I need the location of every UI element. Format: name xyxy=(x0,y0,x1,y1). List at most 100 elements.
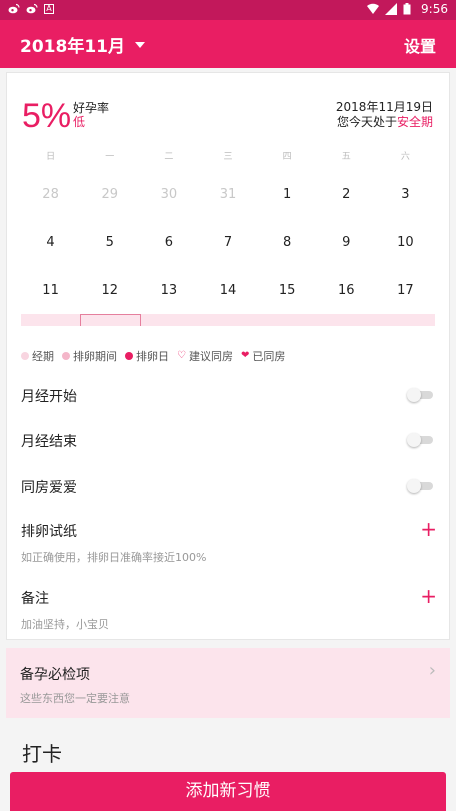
calendar-day[interactable]: 21 xyxy=(199,314,259,326)
calendar-day[interactable]: 18 xyxy=(21,314,80,326)
prep-check-desc: 这些东西您一定要注意 xyxy=(20,692,130,705)
status-time: 9:56 xyxy=(421,2,448,16)
period-start-label: 月经开始 xyxy=(21,389,77,405)
calendar-day[interactable]: 5 xyxy=(80,218,139,266)
prep-check-item[interactable]: 备孕必检项 这些东西您一定要注意 › xyxy=(6,648,450,718)
ovulation-test-desc: 如正确使用，排卵日准确率接近100% xyxy=(21,551,207,564)
calendar-day[interactable]: 11 xyxy=(21,266,80,314)
calendar-day[interactable]: 10 xyxy=(376,218,435,266)
status-bar: A 9:56 xyxy=(0,0,456,20)
heart-outline-icon: ♡ xyxy=(177,350,186,361)
note-row[interactable]: 备注 加油坚持，小宝贝 + xyxy=(21,584,437,632)
calendar-day[interactable]: 1 xyxy=(258,170,317,218)
note-label: 备注 xyxy=(21,591,49,607)
period-start-toggle[interactable] xyxy=(407,388,433,402)
weekday-label: 六 xyxy=(400,152,410,162)
weekday-label: 四 xyxy=(282,152,292,162)
weibo-icon xyxy=(26,3,38,15)
toggle-thumb xyxy=(407,479,421,493)
weekday-label: 日 xyxy=(46,152,56,162)
app-bar: 2018年11月 设置 xyxy=(0,20,456,68)
calendar-week: 11 12 13 14 15 16 17 xyxy=(21,266,435,314)
legend-item: ♡ 建议同房 xyxy=(177,348,233,364)
ovulation-test-row[interactable]: 排卵试纸 如正确使用，排卵日准确率接近100% + xyxy=(21,517,437,565)
calendar-day[interactable]: 9 xyxy=(317,218,376,266)
battery-icon xyxy=(403,3,415,15)
calendar-day[interactable]: 7 xyxy=(198,218,257,266)
calendar-day[interactable]: 29 xyxy=(80,170,139,218)
legend-label: 已同房 xyxy=(252,350,286,363)
calendar-day[interactable]: 13 xyxy=(139,266,198,314)
legend-item: ❤ 已同房 xyxy=(241,348,285,364)
ovulation-test-label: 排卵试纸 xyxy=(21,524,77,540)
calendar-day[interactable]: 17 xyxy=(376,266,435,314)
calendar-legend: 经期 排卵期间 排卵日 ♡ 建议同房 ❤ 已同房 xyxy=(21,348,285,364)
calendar-day[interactable]: 30 xyxy=(139,170,198,218)
calendar-day[interactable]: 14 xyxy=(198,266,257,314)
settings-button[interactable]: 设置 xyxy=(404,33,436,57)
calendar-week: 28 29 30 31 1 2 3 xyxy=(21,170,435,218)
calendar-day[interactable]: 24 xyxy=(376,314,435,326)
ovulation-period-dot-icon xyxy=(62,352,70,360)
intercourse-row: 同房爱爱 xyxy=(21,477,437,497)
weekday-header: 日 一 二 三 四 五 六 xyxy=(21,149,435,163)
month-selector[interactable]: 2018年11月 xyxy=(20,32,145,57)
calendar-day-selected[interactable]: 19 xyxy=(79,314,141,326)
calendar-day[interactable]: 31 xyxy=(198,170,257,218)
legend-label: 排卵日 xyxy=(136,350,169,363)
calendar-day[interactable]: 4 xyxy=(21,218,80,266)
plus-icon[interactable]: + xyxy=(420,584,437,608)
legend-label: 建议同房 xyxy=(188,350,233,363)
calendar-card: 5% 好孕率 低 2018年11月19日 您今天处于安全期 日 一 二 三 四 … xyxy=(6,72,450,640)
period-end-row: 月经结束 xyxy=(21,431,437,451)
period-end-label: 月经结束 xyxy=(21,434,77,450)
calendar-day[interactable]: 3 xyxy=(376,170,435,218)
calendar-day[interactable]: 8 xyxy=(258,218,317,266)
calendar-day[interactable]: 20 xyxy=(140,314,200,326)
calendar-day[interactable]: 16 xyxy=(317,266,376,314)
chevron-down-icon xyxy=(134,41,145,48)
calendar-day[interactable]: 22 xyxy=(258,314,318,326)
calendar-day[interactable]: 6 xyxy=(139,218,198,266)
checkin-title: 打卡 xyxy=(22,742,62,766)
period-end-toggle[interactable] xyxy=(407,433,433,447)
note-desc: 加油坚持，小宝贝 xyxy=(21,618,109,631)
weekday-label: 二 xyxy=(164,152,174,162)
phase-prefix: 您今天处于 xyxy=(336,115,397,129)
toggle-thumb xyxy=(407,388,421,402)
month-label: 2018年11月 xyxy=(20,37,125,57)
phase-value: 安全期 xyxy=(396,115,433,129)
calendar-grid: 28 29 30 31 1 2 3 4 5 6 7 8 9 10 11 12 1… xyxy=(21,170,435,326)
calendar-day[interactable]: 2 xyxy=(317,170,376,218)
weekday-label: 一 xyxy=(105,152,115,162)
calendar-day[interactable]: 23 xyxy=(317,314,377,326)
pregnancy-rate: 5% xyxy=(22,97,72,135)
calendar-day[interactable]: 15 xyxy=(258,266,317,314)
add-habit-button[interactable]: 添加新习惯 xyxy=(10,772,446,811)
plus-icon[interactable]: + xyxy=(420,517,437,541)
chevron-right-icon: › xyxy=(428,660,436,681)
legend-item: 经期 xyxy=(21,348,54,364)
heart-icon: ❤ xyxy=(240,350,250,361)
wifi-icon xyxy=(367,3,380,15)
a-icon: A xyxy=(44,4,54,14)
intercourse-label: 同房爱爱 xyxy=(21,480,77,496)
prep-check-title: 备孕必检项 xyxy=(20,667,90,683)
calendar-week: 18 19 20 21 22 23 24 xyxy=(21,314,435,326)
weekday-label: 三 xyxy=(223,152,233,162)
legend-label: 经期 xyxy=(32,350,54,363)
weibo-icon xyxy=(8,3,20,15)
signal-icon xyxy=(385,3,398,15)
calendar-day[interactable]: 12 xyxy=(80,266,139,314)
calendar-week: 4 5 6 7 8 9 10 xyxy=(21,218,435,266)
period-dot-icon xyxy=(21,352,29,360)
weekday-label: 五 xyxy=(341,152,351,162)
calendar-day[interactable]: 28 xyxy=(21,170,80,218)
pregnancy-rate-level: 低 xyxy=(73,115,86,129)
legend-item: 排卵期间 xyxy=(62,348,117,364)
legend-item: 排卵日 xyxy=(125,348,169,364)
phase-text: 您今天处于安全期 xyxy=(337,113,433,130)
intercourse-toggle[interactable] xyxy=(407,479,433,493)
ovulation-day-dot-icon xyxy=(125,352,133,360)
legend-label: 排卵期间 xyxy=(73,350,117,363)
